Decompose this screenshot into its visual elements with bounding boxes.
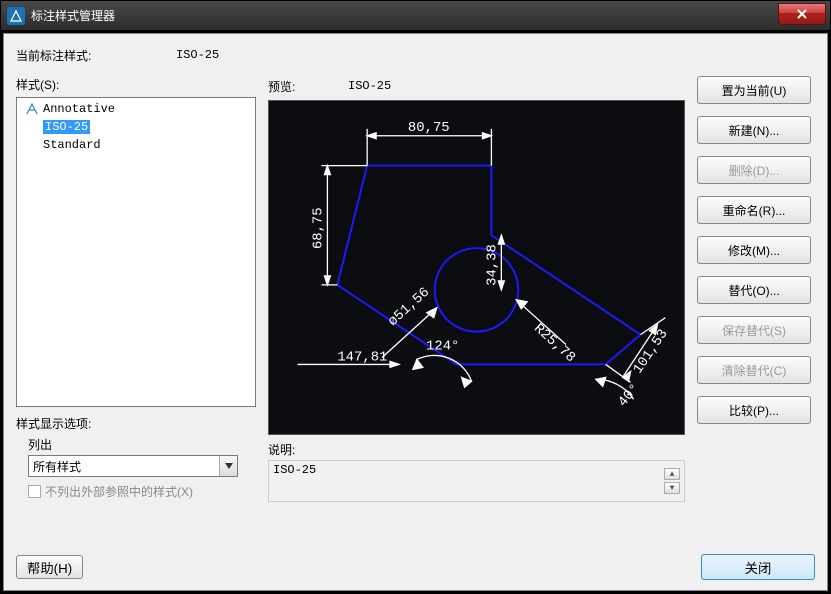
preview-style-name: ISO-25 [348,79,391,93]
styles-label: 样式(S): [16,76,256,93]
rename-button[interactable]: 重命名(R)... [697,196,811,224]
new-button[interactable]: 新建(N)... [697,116,811,144]
list-filter-combo[interactable]: 所有样式 [28,455,238,477]
svg-text:68,75: 68,75 [310,207,326,249]
svg-text:147,81: 147,81 [337,349,387,365]
svg-text:124°: 124° [426,339,459,355]
current-style-value: ISO-25 [176,48,219,62]
set-current-button[interactable]: 置为当前(U) [697,76,811,104]
compare-button[interactable]: 比较(P)... [697,396,811,424]
exclude-xref-checkbox: 不列出外部参照中的样式(X) [28,483,256,500]
help-button[interactable]: 帮助(H) [16,555,83,579]
dimension-preview: 80,75 68,75 34,38 101,53 ø51,56 R25,78 1… [268,100,685,435]
window-title: 标注样式管理器 [31,7,115,24]
save-override-button: 保存替代(S) [697,316,811,344]
close-icon[interactable] [778,3,826,25]
list-item[interactable]: Standard [21,136,251,154]
description-text: ISO-25 [273,463,316,499]
list-item[interactable]: ISO-25 [21,118,251,136]
annotative-icon [25,102,39,116]
clear-override-button: 清除替代(C) [697,356,811,384]
svg-text:R25,78: R25,78 [530,321,578,366]
description-label: 说明: [268,441,685,458]
styles-listbox[interactable]: Annotative ISO-25 Standard [16,97,256,407]
list-out-label: 列出 [28,436,256,453]
list-item[interactable]: Annotative [21,100,251,118]
spin-up-icon[interactable]: ▲ [664,468,680,480]
delete-button: 删除(D)... [697,156,811,184]
list-item-label: ISO-25 [43,120,90,134]
list-item-label: Annotative [43,102,115,116]
preview-label: 预览: [268,78,348,95]
checkbox-label: 不列出外部参照中的样式(X) [45,483,193,500]
display-options-label: 样式显示选项: [16,415,256,432]
override-button[interactable]: 替代(O)... [697,276,811,304]
spin-down-icon[interactable]: ▼ [664,482,680,494]
app-icon [7,7,25,25]
chevron-down-icon[interactable] [219,456,237,476]
description-box: ISO-25 ▲ ▼ [268,460,685,502]
svg-text:ø51,56: ø51,56 [385,285,433,330]
svg-text:80,75: 80,75 [408,120,450,136]
checkbox-icon [28,485,41,498]
close-button[interactable]: 关闭 [701,554,815,580]
current-style-label: 当前标注样式: [16,47,176,64]
list-item-label: Standard [43,138,101,152]
modify-button[interactable]: 修改(M)... [697,236,811,264]
svg-text:34,38: 34,38 [484,244,500,286]
combo-value: 所有样式 [29,458,219,475]
